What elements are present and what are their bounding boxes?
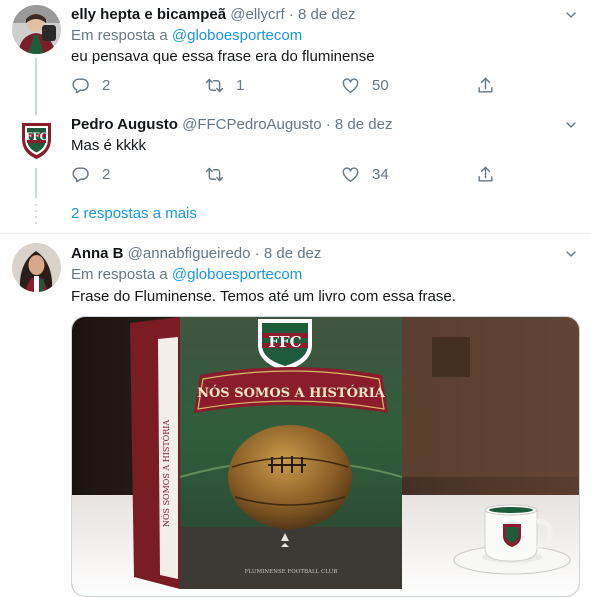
retweet-count: 1 [236,76,245,94]
separator: · [288,6,294,23]
thread-line [35,110,37,115]
reply-to-link[interactable]: @globoesportecom [172,266,302,283]
tweet-actions: 2 34 [71,163,501,185]
book-spine-text: NÓS SOMOS A HISTÓRIA [162,420,171,527]
like-button[interactable]: 34 [341,163,389,185]
share-button[interactable] [476,74,495,96]
like-icon [341,76,360,95]
reply-button[interactable]: 2 [71,74,110,96]
display-name[interactable]: elly hepta e bicampeã [71,6,226,23]
crest-letters: FFC [268,333,301,351]
chevron-down-icon[interactable] [563,117,579,133]
tweet-media-image[interactable]: NÓS SOMOS A HISTÓRIA FFC NÓS SOMOS A HIS… [71,316,580,597]
reply-prefix: Em resposta a [71,27,168,44]
reply-count: 2 [102,76,111,94]
like-count: 34 [372,165,389,183]
tweet-text: Mas é kkkk [71,137,147,154]
thread-line [35,168,37,198]
user-handle[interactable]: @ellycrf [230,6,284,23]
reply-prefix: Em resposta a [71,266,168,283]
share-button[interactable] [476,163,495,185]
svg-text:FFC: FFC [25,132,47,143]
retweet-icon [205,76,224,95]
user-handle[interactable]: @annabfigueiredo [128,245,251,262]
avatar[interactable]: FFC [12,115,61,164]
tweet-pedro[interactable]: FFC Pedro Augusto @FFCPedroAugusto · 8 d… [0,110,591,233]
reply-icon [71,165,90,184]
tweet-actions: 2 1 50 [71,74,501,96]
retweet-icon [205,165,224,184]
display-name[interactable]: Pedro Augusto [71,116,178,133]
share-icon [476,76,495,95]
football-illustration [228,425,352,529]
tweet-elly[interactable]: elly hepta e bicampeã @ellycrf · 8 de de… [0,0,591,114]
tweet-date[interactable]: 8 de dez [264,245,322,262]
tweet-text: eu pensava que essa frase era do flumine… [71,48,375,65]
reply-count: 2 [102,165,111,183]
reply-context: Em resposta a @globoesportecom [71,265,302,285]
tweet-date[interactable]: 8 de dez [335,116,393,133]
reply-icon [71,76,90,95]
chevron-down-icon[interactable] [563,7,579,23]
more-replies-link[interactable]: 2 respostas a mais [71,204,197,224]
retweet-button[interactable] [205,163,224,185]
tweet-header: Pedro Augusto @FFCPedroAugusto · 8 de de… [71,115,392,135]
thread-dots [35,204,37,228]
tweet-header: Anna B @annabfigueiredo · 8 de dez [71,244,321,264]
separator: · [254,245,260,262]
separator: · [325,116,331,133]
tweet-date[interactable]: 8 de dez [298,6,356,23]
user-handle[interactable]: @FFCPedroAugusto [182,116,321,133]
thread-line [35,58,37,114]
chevron-down-icon[interactable] [563,246,579,262]
book-footer-text: FLUMINENSE FOOTBALL CLUB [245,569,338,575]
reply-to-link[interactable]: @globoesportecom [172,27,302,44]
like-button[interactable]: 50 [341,74,389,96]
retweet-button[interactable]: 1 [205,74,244,96]
reply-context: Em resposta a @globoesportecom [71,26,302,46]
reply-button[interactable]: 2 [71,163,110,185]
tweet-header: elly hepta e bicampeã @ellycrf · 8 de de… [71,5,356,25]
share-icon [476,165,495,184]
like-icon [341,165,360,184]
tweet-text: Frase do Fluminense. Temos até um livro … [71,288,456,305]
book-title: NÓS SOMOS A HISTÓRIA [197,384,386,401]
avatar[interactable] [12,5,61,54]
avatar[interactable] [12,243,61,292]
like-count: 50 [372,76,389,94]
display-name[interactable]: Anna B [71,245,124,262]
